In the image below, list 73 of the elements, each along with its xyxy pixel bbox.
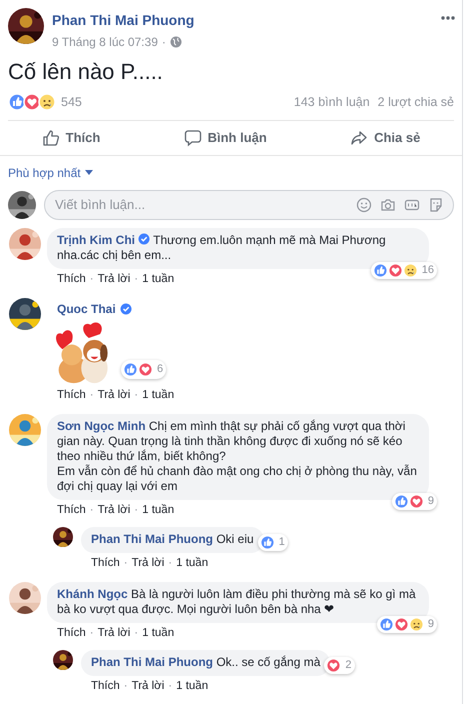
speech-bubble-icon [184,128,202,147]
separator-dot: · [134,272,138,286]
comment-action-link[interactable]: Trả lời [132,678,164,693]
comment-button[interactable]: Bình luận [184,120,267,155]
author-name[interactable]: Phan Thi Mai Phuong [52,10,440,31]
post-text: Cố lên nào P..... [7,59,164,85]
comment-action-link[interactable]: Trả lời [98,626,130,640]
separator-dot: · [134,626,138,640]
separator-dot: · [134,502,138,517]
commenter-name[interactable]: Sơn Ngọc Minh [57,418,146,433]
sort-dropdown[interactable]: Phù hợp nhất [8,164,93,182]
comment-time[interactable]: 1 tuần [142,502,174,517]
like-button[interactable]: Thích [42,120,100,155]
like-reaction-icon [372,262,388,278]
comment-action-link[interactable]: Thích [91,678,120,693]
comment-action-link[interactable]: Trả lời [98,388,130,402]
separator-dot: · [134,388,138,402]
like-reaction-icon [394,494,409,509]
emoji-icon[interactable] [356,196,372,213]
comment-action-link[interactable]: Thích [57,388,86,402]
separator-dot: · [168,678,172,693]
commenter-name[interactable]: Khánh Ngọc [57,586,128,601]
sad-reaction-icon [38,93,56,112]
comment-action-link[interactable]: Thích [91,556,120,570]
commenter-name[interactable]: Phan Thi Mai Phuong [91,654,213,669]
comment-action-link[interactable]: Thích [57,502,86,517]
comment-text: Trịnh Kim Chi Thương em.luôn mạnh mẽ mà Mai Phương nha.các chị bên em... [57,232,386,262]
share-arrow-icon [350,128,368,147]
comment-time[interactable]: 1 tuần [142,626,174,640]
separator-dot: · [90,272,94,286]
like-reaction-icon [8,93,26,112]
separator-dot: · [90,388,94,402]
separator-dot: · [124,556,128,570]
separator-dot: · [90,626,94,640]
comment-text: Phan Thi Mai Phuong Oki eiu [91,532,254,546]
commenter-name[interactable]: Phan Thi Mai Phuong [91,532,213,546]
share-button[interactable]: Chia sẻ [350,120,420,155]
globe-icon [170,36,182,48]
like-reaction-icon [260,534,275,550]
comment-action-link[interactable]: Trả lời [98,502,130,517]
comment-time[interactable]: 1 tuần [176,678,208,693]
separator-dot: · [90,502,94,517]
sad-reaction-icon [402,262,418,278]
love-reaction-icon [23,93,41,112]
comment-action-link[interactable]: Thích [57,626,86,640]
like-reaction-icon [123,362,138,377]
comment-action-link[interactable]: Trả lời [132,556,164,570]
caret-icon [84,170,93,176]
comment-text: Phan Thi Mai Phuong Ok.. se cố gắng mà [91,654,320,669]
comment-text: Khánh Ngọc Bà là người luôn làm điều phi thường mà sẽ ko gì mà bà ko vượt qua được. Mọi người luôn bên bà nha ❤ [57,586,416,616]
love-reaction-icon [408,494,424,509]
comment-action-link[interactable]: Thích [57,272,86,286]
camera-icon[interactable] [380,196,396,213]
sticker-icon[interactable] [428,196,444,213]
separator-dot: · [162,34,166,51]
love-reaction-icon [326,658,342,673]
comment-time[interactable]: 1 tuần [142,388,174,402]
comment-text: Sơn Ngọc Minh Chị em mình thật sự phải cố gắng vượt qua thời gian này. Quan trọng là tinh thần không được đi xuống nó sẽ kéo theo nhiều thứ lắm, biết không? Em vẫn còn để hủ chanh đào mật ong cho chị ở phòng thu này, vẫn đợi chị quay lại với em [57,418,417,493]
comment-field[interactable]: Viết bình luận... [44,190,454,220]
love-reaction-icon [394,616,409,632]
love-reaction-icon [138,362,153,377]
love-reaction-icon [388,262,403,278]
commenter-name[interactable]: Trịnh Kim Chi [57,232,135,247]
sad-reaction-icon [408,616,424,632]
like-reaction-icon [378,616,394,632]
commenter-name[interactable]: Quoc Thai [57,300,116,318]
thumbs-up-icon [42,128,60,147]
more-options-icon[interactable] [440,15,456,21]
separator-dot: · [124,678,128,693]
comment-action-link[interactable]: Trả lời [98,272,130,286]
comment-time[interactable]: 1 tuần [176,556,208,570]
comment-time[interactable]: 1 tuần [142,272,174,286]
separator-dot: · [168,556,172,570]
